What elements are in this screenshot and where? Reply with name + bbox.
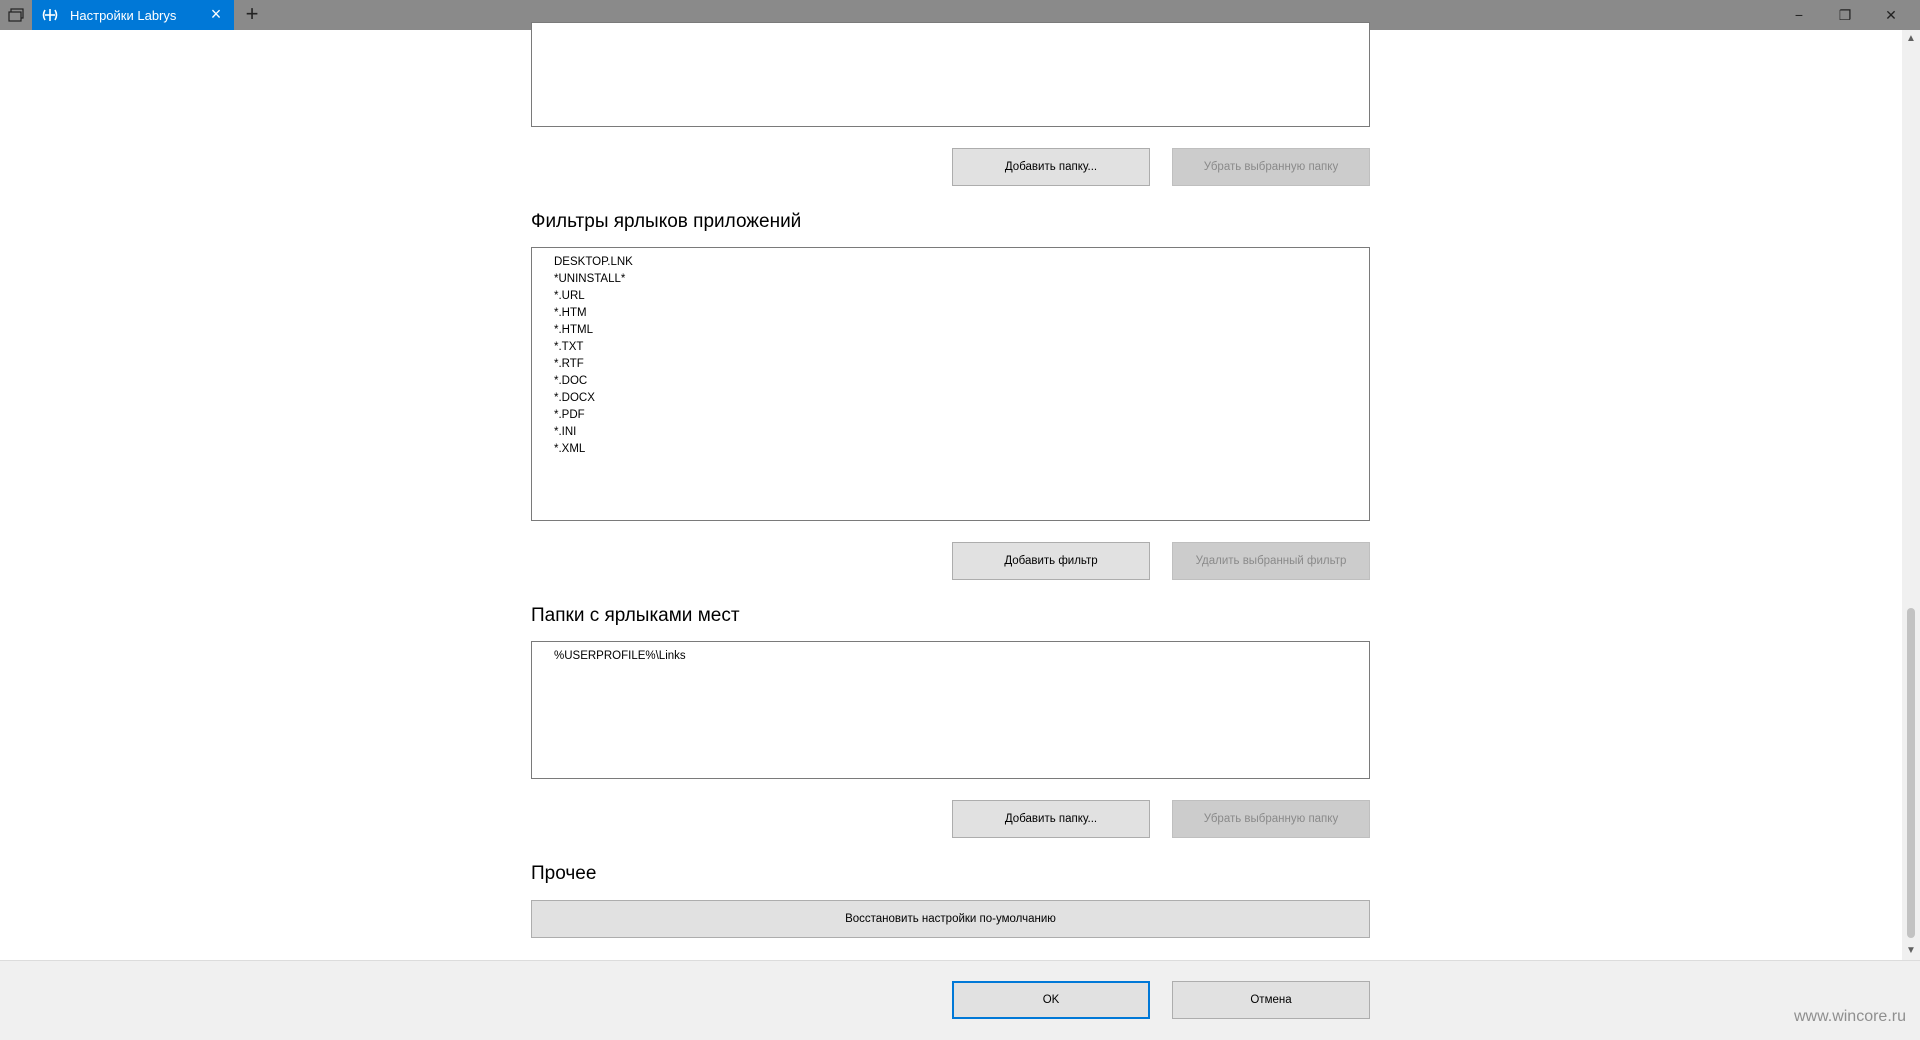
- section-title-places-folders: Папки с ярлыками мест: [531, 605, 740, 626]
- add-filter-button[interactable]: Добавить фильтр: [952, 542, 1150, 580]
- close-tab-icon[interactable]: ×: [206, 4, 226, 24]
- tab-title: Настройки Labrys: [70, 8, 177, 23]
- section-title-other: Прочее: [531, 863, 597, 884]
- list-item[interactable]: DESKTOP.LNK: [554, 254, 1369, 271]
- section-title-app-filters: Фильтры ярлыков приложений: [531, 211, 802, 232]
- tab-settings[interactable]: Настройки Labrys ×: [32, 0, 234, 30]
- vertical-scrollbar[interactable]: ▲ ▼: [1902, 30, 1920, 960]
- places-folders-list: %USERPROFILE%\Links: [532, 642, 1369, 665]
- list-item[interactable]: *UNINSTALL*: [554, 271, 1369, 288]
- remove-folder-button[interactable]: Убрать выбранную папку: [1172, 148, 1370, 186]
- list-item[interactable]: *.PDF: [554, 407, 1369, 424]
- list-item[interactable]: *.TXT: [554, 339, 1369, 356]
- list-item[interactable]: *.DOC: [554, 373, 1369, 390]
- remove-places-folder-button[interactable]: Убрать выбранную папку: [1172, 800, 1370, 838]
- watermark: www.wincore.ru: [1793, 1008, 1906, 1025]
- list-item[interactable]: *.RTF: [554, 356, 1369, 373]
- add-folder-button[interactable]: Добавить папку...: [952, 148, 1150, 186]
- list-item[interactable]: *.HTML: [554, 322, 1369, 339]
- labrys-app-icon: [42, 7, 58, 23]
- list-item[interactable]: *.DOCX: [554, 390, 1369, 407]
- scroll-down-icon[interactable]: ▼: [1902, 942, 1920, 960]
- restore-icon[interactable]: ❐: [1822, 0, 1868, 30]
- list-item[interactable]: *.HTM: [554, 305, 1369, 322]
- app-filters-list: DESKTOP.LNK *UNINSTALL* *.URL *.HTM *.HTML *.…: [532, 248, 1369, 458]
- list-item[interactable]: *.XML: [554, 441, 1369, 458]
- places-folders-listbox[interactable]: %USERPROFILE%\Links: [531, 641, 1370, 779]
- folders-listbox[interactable]: [531, 22, 1370, 127]
- scroll-thumb[interactable]: [1907, 608, 1915, 938]
- list-item[interactable]: %USERPROFILE%\Links: [554, 648, 1369, 665]
- close-window-icon[interactable]: ✕: [1868, 0, 1914, 30]
- minimize-icon[interactable]: −: [1776, 0, 1822, 30]
- scroll-up-icon[interactable]: ▲: [1902, 30, 1920, 48]
- remove-filter-button[interactable]: Удалить выбранный фильтр: [1172, 542, 1370, 580]
- app-filters-listbox[interactable]: DESKTOP.LNK *UNINSTALL* *.URL *.HTM *.HTML *.…: [531, 247, 1370, 521]
- reset-defaults-button[interactable]: Восстановить настройки по-умолчанию: [531, 900, 1370, 938]
- new-tab-icon[interactable]: +: [240, 3, 264, 27]
- tab-switcher-icon[interactable]: [4, 5, 28, 25]
- cancel-button[interactable]: Отмена: [1172, 981, 1370, 1019]
- list-item[interactable]: *.INI: [554, 424, 1369, 441]
- list-item[interactable]: *.URL: [554, 288, 1369, 305]
- add-places-folder-button[interactable]: Добавить папку...: [952, 800, 1150, 838]
- ok-button[interactable]: OK: [952, 981, 1150, 1019]
